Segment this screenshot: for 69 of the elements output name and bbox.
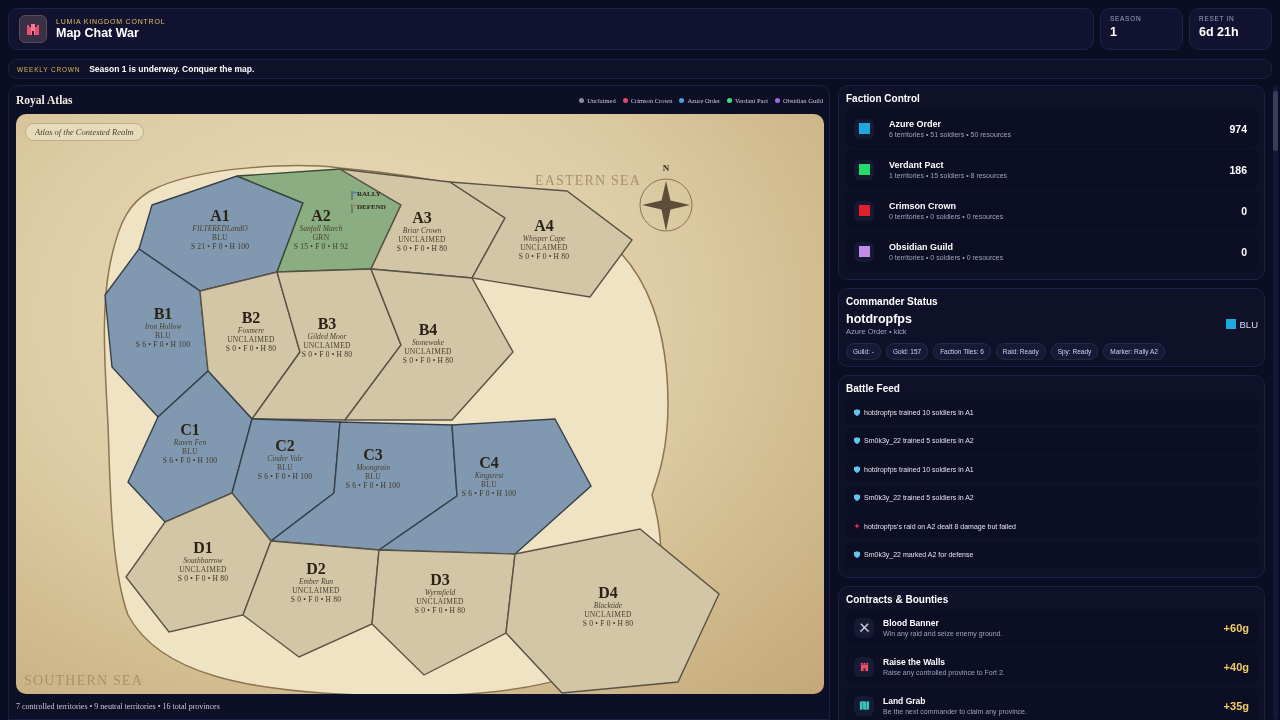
map-icon <box>854 695 874 716</box>
flag-icon <box>351 203 358 214</box>
burst-icon <box>854 523 860 530</box>
territory-code: B1 <box>153 305 173 322</box>
territory-code: A2 <box>311 207 331 224</box>
territory-region[interactable] <box>371 549 516 676</box>
commander-name: hotdropfps <box>846 312 912 326</box>
panel-title: Battle Feed <box>846 383 901 394</box>
territory-region[interactable] <box>125 492 272 633</box>
territory-region[interactable] <box>127 370 253 523</box>
logo-icon <box>19 15 47 43</box>
panel-title: Faction Control <box>846 93 921 104</box>
contract-reward: +60g <box>1223 621 1249 634</box>
scrollbar-thumb[interactable] <box>1273 91 1278 151</box>
stat-value: 1 <box>1110 25 1118 39</box>
territory-code: D2 <box>306 560 326 577</box>
territory-code: C1 <box>180 421 200 438</box>
compass-icon <box>639 178 693 232</box>
faction-name: Verdant Pact <box>889 160 945 170</box>
shield-icon <box>854 437 860 445</box>
territory-code: A1 <box>210 207 230 224</box>
contract-title: Land Grab <box>883 696 927 707</box>
territory-code: D1 <box>193 539 213 556</box>
scrollbar[interactable] <box>1273 85 1278 720</box>
contract-title: Raise the Walls <box>883 657 947 668</box>
flag-icon <box>351 190 359 201</box>
territory-code: B2 <box>241 309 261 326</box>
faction-swatch <box>1225 319 1236 329</box>
shield-icon <box>854 494 860 502</box>
territory-code: A3 <box>412 209 432 226</box>
panel-title: Commander Status <box>846 296 939 307</box>
map-caption: Atlas of the Contested Realm <box>25 123 144 141</box>
faction-name: Azure Order <box>889 119 942 129</box>
territory-region[interactable] <box>231 418 341 542</box>
panel-title: Contracts & Bounties <box>846 593 950 605</box>
territory-code: C3 <box>363 446 383 463</box>
banner-message: Season 1 is underway. Conquer the map. <box>89 64 255 74</box>
contract-title: Blood Banner <box>883 618 940 629</box>
territory-region[interactable] <box>242 540 380 658</box>
shield-icon <box>854 551 860 559</box>
compass-label: N <box>662 163 670 173</box>
shield-icon <box>854 408 860 416</box>
faction-name: Crimson Crown <box>889 201 957 211</box>
app-title: Map Chat War <box>56 26 140 40</box>
faction-score: 0 <box>1241 204 1247 217</box>
territory-code: C4 <box>479 454 499 471</box>
castle-icon <box>854 656 874 677</box>
territory-code: D4 <box>598 584 618 601</box>
territory-code: A4 <box>534 217 554 234</box>
shield-icon <box>854 465 860 473</box>
territory-code: C2 <box>275 437 295 454</box>
faction-score: 0 <box>1241 245 1247 258</box>
faction-code: BLU <box>1239 318 1258 330</box>
panel-title: Royal Atlas <box>16 94 73 106</box>
faction-score: 186 <box>1229 163 1247 176</box>
map-summary: 7 controlled territories • 9 neutral territories • 16 total provinces <box>16 702 221 711</box>
territory-region[interactable] <box>104 248 209 418</box>
territory-code: B4 <box>418 321 438 338</box>
stat-value: 6d 21h <box>1199 25 1240 39</box>
territory-code: D3 <box>430 571 450 588</box>
faction-name: Obsidian Guild <box>889 242 954 252</box>
territory-region[interactable] <box>269 421 458 551</box>
crossed-swords-icon <box>854 617 874 638</box>
territory-code: B3 <box>317 315 337 332</box>
contract-reward: +40g <box>1223 660 1249 673</box>
contract-reward: +35g <box>1223 699 1249 712</box>
territory-region[interactable] <box>505 528 720 694</box>
faction-score: 974 <box>1229 122 1247 135</box>
sea-label: EASTERN SEA <box>534 173 642 188</box>
